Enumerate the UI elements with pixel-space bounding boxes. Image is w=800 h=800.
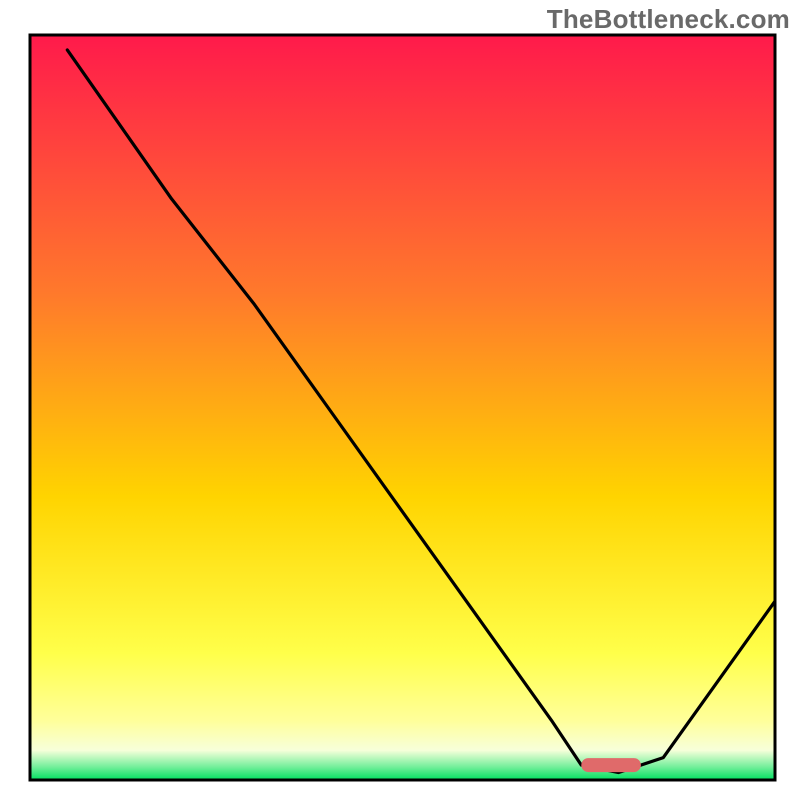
watermark-text: TheBottleneck.com [547,4,790,35]
bottleneck-chart [0,0,800,800]
plot-background [30,35,775,780]
optimal-range-marker [581,758,641,772]
